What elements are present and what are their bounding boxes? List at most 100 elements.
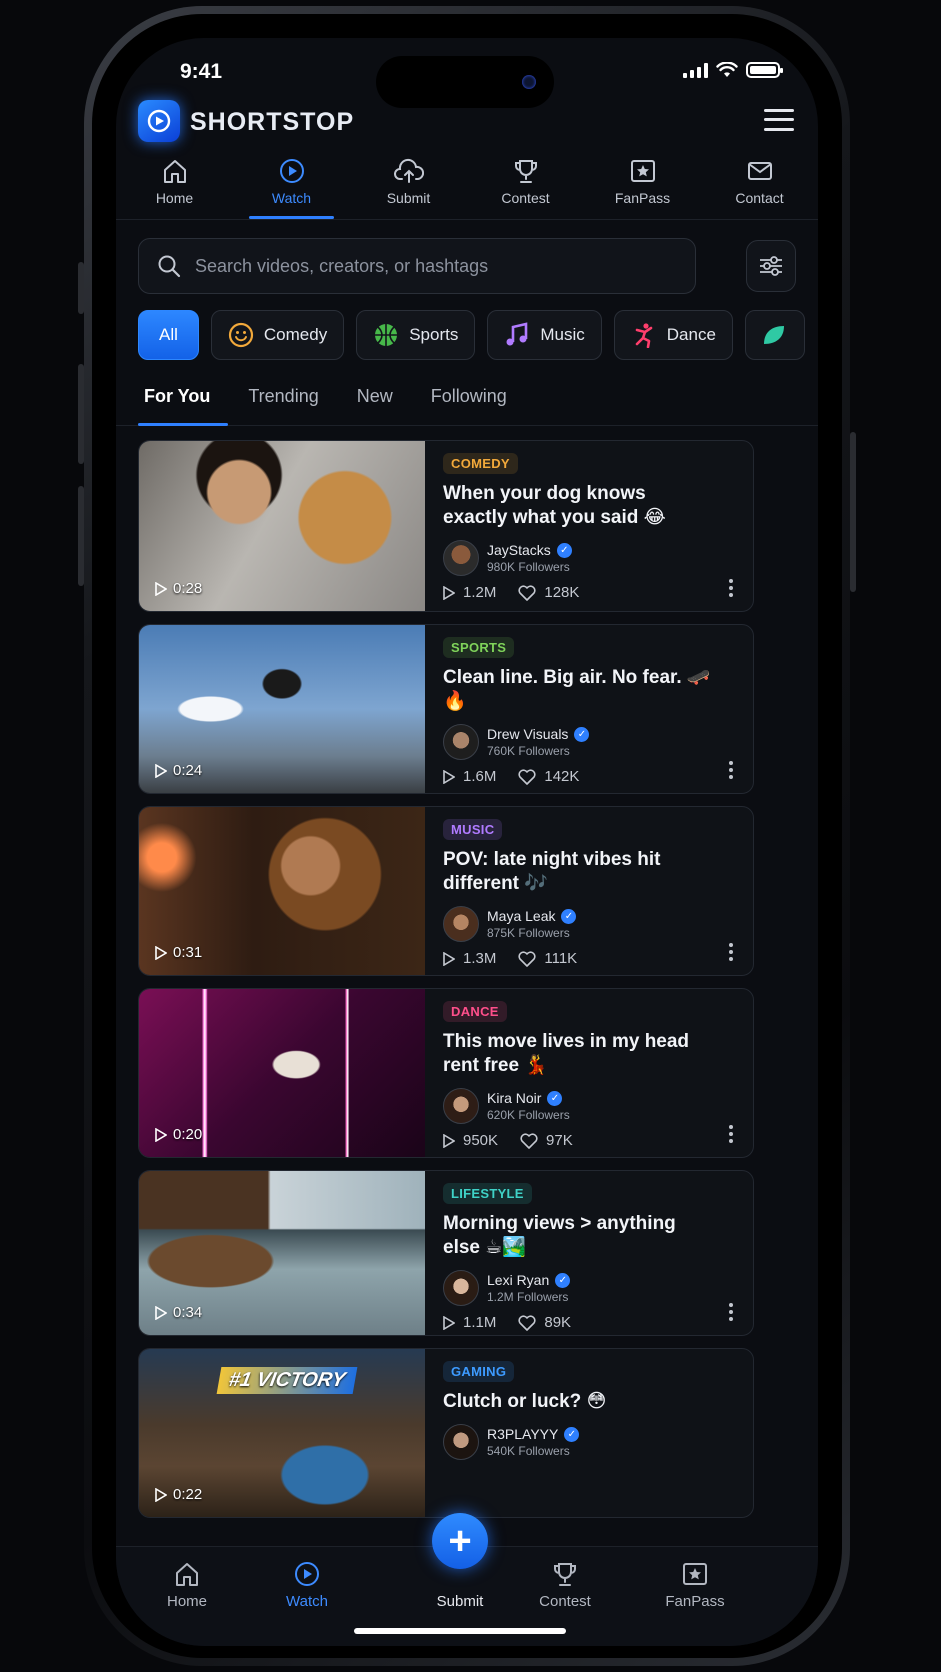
chip-lifestyle[interactable] — [744, 310, 805, 360]
dancer-icon — [635, 323, 653, 348]
chip-sports-label: Sports — [409, 325, 459, 344]
silent-switch — [78, 262, 84, 314]
video-title[interactable]: Clutch or luck? 😳 — [443, 1390, 713, 1414]
top-nav-contest[interactable]: Contest — [467, 158, 584, 219]
video-info: COMEDY When your dog knows exactly what … — [443, 453, 743, 601]
top-nav-watch[interactable]: Watch — [233, 158, 350, 219]
likes-stat[interactable]: 142K — [518, 768, 579, 785]
home-icon — [163, 160, 186, 183]
views-count: 950K — [463, 1132, 499, 1149]
creator-row[interactable]: Maya Leak ✓ 875K Followers — [443, 906, 743, 942]
power-button — [850, 432, 856, 592]
video-stats: 950K 97K — [443, 1132, 743, 1149]
creator-followers: 980K Followers — [487, 560, 570, 574]
submit-plus-button[interactable]: + — [432, 1513, 488, 1569]
video-title[interactable]: When your dog knows exactly what you sai… — [443, 482, 713, 530]
creator-name: Drew Visuals ✓ — [487, 726, 590, 742]
hamburger-menu-icon[interactable] — [764, 106, 794, 134]
top-nav-contest-label: Contest — [501, 190, 550, 206]
bottom-nav-submit-label[interactable]: Submit — [400, 1593, 520, 1610]
top-nav-submit-label: Submit — [386, 190, 431, 206]
play-icon — [443, 585, 455, 600]
app-header: SHORTSTOP — [116, 100, 818, 164]
home-icon — [176, 1563, 198, 1586]
likes-stat[interactable]: 111K — [518, 950, 577, 967]
chip-comedy[interactable]: Comedy — [210, 310, 345, 360]
creator-row[interactable]: Drew Visuals ✓ 760K Followers — [443, 724, 743, 760]
video-title[interactable]: This move lives in my head rent free 💃 — [443, 1030, 713, 1078]
likes-stat[interactable]: 128K — [518, 584, 579, 601]
tab-trending[interactable]: Trending — [242, 376, 324, 425]
video-card[interactable]: 0:31 MUSIC POV: late night vibes hit dif… — [138, 806, 754, 976]
video-card[interactable]: 0:28 COMEDY When your dog knows exactly … — [138, 440, 754, 612]
more-options-icon[interactable] — [729, 943, 733, 961]
video-title[interactable]: POV: late night vibes hit different 🎶 — [443, 848, 713, 896]
video-stats: 1.6M 142K — [443, 768, 743, 785]
creator-row[interactable]: JayStacks ✓ 980K Followers — [443, 540, 743, 576]
victory-banner: #1 VICTORY — [216, 1367, 358, 1394]
bottom-nav-contest[interactable]: Contest — [520, 1561, 610, 1610]
more-options-icon[interactable] — [729, 579, 733, 597]
volume-up-button — [78, 364, 84, 464]
video-title[interactable]: Clean line. Big air. No fear. 🛹🔥 — [443, 666, 713, 714]
top-nav-watch-label: Watch — [271, 190, 312, 206]
status-bar: 9:41 — [116, 38, 818, 108]
battery-icon — [746, 62, 783, 78]
creator-name-text: Lexi Ryan — [487, 1272, 550, 1288]
avatar — [443, 1088, 479, 1124]
top-nav: Home Watch Submit Contest FanPass Contac… — [116, 158, 818, 220]
category-badge: SPORTS — [443, 637, 515, 658]
video-info: MUSIC POV: late night vibes hit differen… — [443, 819, 743, 967]
creator-name: Kira Noir ✓ — [487, 1090, 570, 1106]
views-stat: 1.6M — [443, 768, 496, 785]
top-nav-contact[interactable]: Contact — [701, 158, 818, 219]
play-icon — [443, 769, 455, 784]
play-icon — [155, 1127, 167, 1142]
play-icon — [155, 1305, 167, 1320]
likes-stat[interactable]: 97K — [520, 1132, 573, 1149]
logo-icon[interactable] — [138, 100, 180, 142]
more-options-icon[interactable] — [729, 761, 733, 779]
sliders-icon — [760, 256, 782, 276]
video-card[interactable]: 0:34 LIFESTYLE Morning views > anything … — [138, 1170, 754, 1336]
tab-for-you[interactable]: For You — [138, 376, 229, 426]
video-info: DANCE This move lives in my head rent fr… — [443, 1001, 743, 1149]
top-nav-fanpass[interactable]: FanPass — [584, 158, 701, 219]
creator-name: R3PLAYYY ✓ — [487, 1426, 580, 1442]
chip-sports[interactable]: Sports — [356, 310, 476, 360]
bottom-nav-watch[interactable]: Watch — [262, 1561, 352, 1610]
likes-count: 89K — [544, 1314, 572, 1331]
bottom-nav-home[interactable]: Home — [142, 1561, 232, 1610]
creator-row[interactable]: Lexi Ryan ✓ 1.2M Followers — [443, 1270, 743, 1306]
chip-dance[interactable]: Dance — [613, 310, 733, 360]
avatar — [443, 1424, 479, 1460]
bottom-nav-fanpass[interactable]: FanPass — [650, 1561, 740, 1610]
play-icon — [443, 951, 455, 966]
chip-music[interactable]: Music — [487, 310, 602, 360]
more-options-icon[interactable] — [729, 1125, 733, 1143]
top-nav-submit[interactable]: Submit — [350, 158, 467, 219]
tab-new[interactable]: New — [351, 376, 399, 425]
category-badge: LIFESTYLE — [443, 1183, 532, 1204]
more-options-icon[interactable] — [729, 1303, 733, 1321]
category-chips: All Comedy Sports Music Dance — [138, 310, 818, 362]
likes-count: 97K — [546, 1132, 573, 1149]
creator-row[interactable]: R3PLAYYY ✓ 540K Followers — [443, 1424, 743, 1460]
play-icon — [155, 945, 167, 960]
chip-all[interactable]: All — [138, 310, 199, 360]
views-stat: 1.3M — [443, 950, 496, 967]
avatar — [443, 906, 479, 942]
filter-button[interactable] — [746, 240, 796, 292]
cloud-upload-icon — [393, 158, 424, 183]
creator-row[interactable]: Kira Noir ✓ 620K Followers — [443, 1088, 743, 1124]
verified-icon: ✓ — [574, 726, 590, 742]
video-card[interactable]: 0:20 DANCE This move lives in my head re… — [138, 988, 754, 1158]
video-card[interactable]: #1 VICTORY 0:22 GAMING Clutch or luck? 😳… — [138, 1348, 754, 1518]
search-input[interactable] — [195, 255, 675, 277]
video-info: GAMING Clutch or luck? 😳 R3PLAYYY ✓ 540K … — [443, 1361, 743, 1460]
video-card[interactable]: 0:24 SPORTS Clean line. Big air. No fear… — [138, 624, 754, 794]
video-title[interactable]: Morning views > anything else ☕🏞️ — [443, 1212, 713, 1260]
top-nav-home[interactable]: Home — [116, 158, 233, 219]
likes-stat[interactable]: 89K — [518, 1314, 571, 1331]
tab-following[interactable]: Following — [425, 376, 513, 425]
